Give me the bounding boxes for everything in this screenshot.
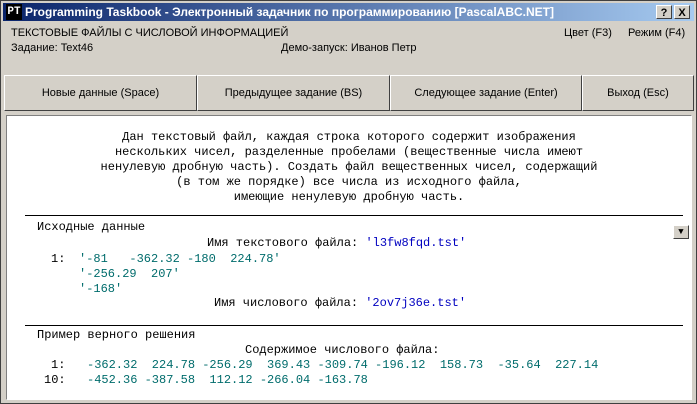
task-panel: Дан текстовый файл, каждая строка которо… <box>6 115 692 400</box>
num-file-row: Имя числового файла: '2ov7j36e.tst' <box>214 296 466 310</box>
window-title: Programming Taskbook - Электронный задач… <box>25 5 554 19</box>
section-title: ТЕКСТОВЫЕ ФАЙЛЫ С ЧИСЛОВОЙ ИНФОРМАЦИЕЙ <box>11 27 289 39</box>
main-window: PT Programming Taskbook - Электронный за… <box>0 0 697 404</box>
task-line: нескольких чисел, разделенные пробелами … <box>114 145 584 159</box>
exit-button[interactable]: Выход (Esc) <box>582 75 694 111</box>
collapse-icon[interactable]: ▼ <box>673 225 689 239</box>
text-file-row: Имя текстового файла: 'l3fw8fqd.tst' <box>207 236 466 250</box>
solution-row: -362.32 224.78 -256.29 369.43 -309.74 -1… <box>87 358 599 372</box>
solution-row: -452.36 -387.58 112.12 -266.04 -163.78 <box>87 373 368 387</box>
num-file-label: Имя числового файла: <box>214 296 366 310</box>
text-file-name: 'l3fw8fqd.tst' <box>365 236 467 250</box>
task-line: Дан текстовый файл, каждая строка которо… <box>122 130 576 144</box>
row-number: 10: <box>44 373 66 387</box>
solution-heading: Пример верного решения <box>37 328 196 342</box>
task-line: имеющие ненулевую дробную часть. <box>233 190 465 204</box>
divider <box>25 325 683 326</box>
source-heading: Исходные данные <box>37 220 146 234</box>
title-bar: PT Programming Taskbook - Электронный за… <box>3 3 694 21</box>
source-line: '-168' <box>79 282 123 296</box>
mode-toggle[interactable]: Режим (F4) <box>628 27 685 39</box>
task-line: ненулевую дробную часть). Создать файл в… <box>100 160 598 174</box>
next-task-button[interactable]: Следующее задание (Enter) <box>390 75 582 111</box>
app-icon: PT <box>6 4 22 20</box>
color-toggle[interactable]: Цвет (F3) <box>564 27 612 39</box>
divider <box>25 215 683 216</box>
close-button[interactable]: X <box>674 5 690 19</box>
button-bar: Новые данные (Space) Предыдущее задание … <box>4 75 694 112</box>
num-file-name: '2ov7j36e.tst' <box>365 296 467 310</box>
text-file-label: Имя текстового файла: <box>207 236 366 250</box>
help-button[interactable]: ? <box>656 5 672 19</box>
task-line: (в том же порядке) все числа из исходног… <box>176 175 522 189</box>
new-data-button[interactable]: Новые данные (Space) <box>4 75 197 111</box>
source-line: '-81 -362.32 -180 224.78' <box>79 252 281 266</box>
line-number: 1: <box>51 252 66 266</box>
task-id: Задание: Text46 <box>11 42 94 54</box>
source-line: '-256.29 207' <box>79 267 180 281</box>
row-number: 1: <box>51 358 66 372</box>
numeric-content-label: Содержимое числового файла: <box>245 343 440 357</box>
demo-run-label: Демо-запуск: Иванов Петр <box>281 42 417 54</box>
prev-task-button[interactable]: Предыдущее задание (BS) <box>197 75 390 111</box>
